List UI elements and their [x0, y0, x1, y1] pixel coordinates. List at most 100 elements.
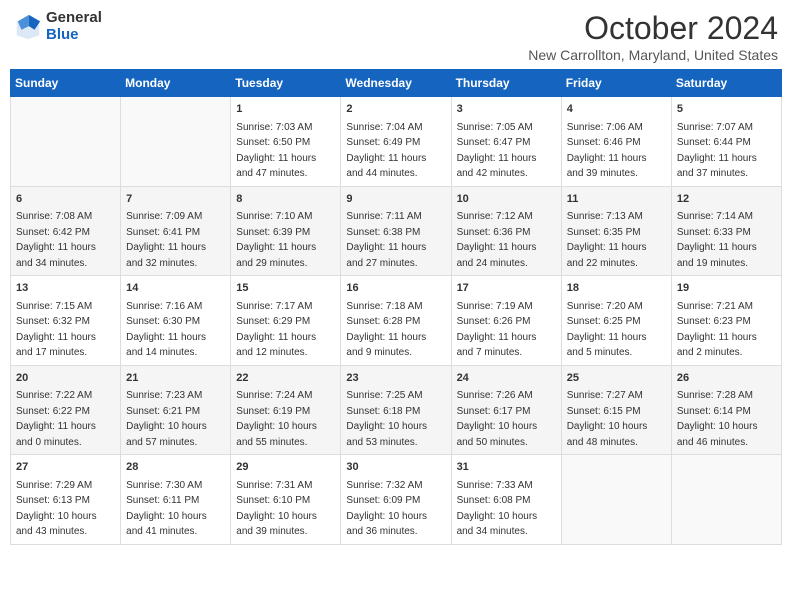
- logo: General Blue: [14, 10, 102, 43]
- day-of-week-header: Monday: [121, 70, 231, 97]
- month-title: October 2024: [528, 10, 778, 47]
- cell-content: Sunrise: 7:19 AMSunset: 6:26 PMDaylight:…: [457, 299, 556, 361]
- day-number: 2: [346, 101, 445, 118]
- day-number: 5: [677, 101, 776, 118]
- day-of-week-header: Saturday: [671, 70, 781, 97]
- calendar-cell: [11, 97, 121, 187]
- cell-content: Sunrise: 7:28 AMSunset: 6:14 PMDaylight:…: [677, 388, 776, 450]
- day-of-week-header: Wednesday: [341, 70, 451, 97]
- calendar-cell: 12Sunrise: 7:14 AMSunset: 6:33 PMDayligh…: [671, 186, 781, 276]
- cell-content: Sunrise: 7:33 AMSunset: 6:08 PMDaylight:…: [457, 478, 556, 540]
- cell-content: Sunrise: 7:03 AMSunset: 6:50 PMDaylight:…: [236, 120, 335, 182]
- calendar-week-row: 20Sunrise: 7:22 AMSunset: 6:22 PMDayligh…: [11, 365, 782, 455]
- cell-content: Sunrise: 7:23 AMSunset: 6:21 PMDaylight:…: [126, 388, 225, 450]
- calendar-week-row: 6Sunrise: 7:08 AMSunset: 6:42 PMDaylight…: [11, 186, 782, 276]
- page-header: General Blue October 2024 New Carrollton…: [10, 10, 782, 63]
- day-number: 4: [567, 101, 666, 118]
- day-number: 24: [457, 370, 556, 387]
- cell-content: Sunrise: 7:20 AMSunset: 6:25 PMDaylight:…: [567, 299, 666, 361]
- day-number: 8: [236, 191, 335, 208]
- calendar-cell: 28 Sunrise: 7:30 AMSunset: 6:11 PMDayligh…: [121, 455, 231, 545]
- cell-content: Sunrise: 7:09 AMSunset: 6:41 PMDaylight:…: [126, 209, 225, 271]
- calendar-cell: 5 Sunrise: 7:07 AMSunset: 6:44 PMDaylight…: [671, 97, 781, 187]
- calendar-cell: 13Sunrise: 7:15 AMSunset: 6:32 PMDayligh…: [11, 276, 121, 366]
- cell-content: Sunrise: 7:18 AMSunset: 6:28 PMDaylight:…: [346, 299, 445, 361]
- day-number: 10: [457, 191, 556, 208]
- cell-content: Sunrise: 7:26 AMSunset: 6:17 PMDaylight:…: [457, 388, 556, 450]
- calendar-table: SundayMondayTuesdayWednesdayThursdayFrid…: [10, 69, 782, 545]
- day-of-week-header: Sunday: [11, 70, 121, 97]
- day-number: 11: [567, 191, 666, 208]
- cell-content: Sunrise: 7:30 AMSunset: 6:11 PMDaylight:…: [126, 478, 225, 540]
- calendar-cell: 26Sunrise: 7:28 AMSunset: 6:14 PMDayligh…: [671, 365, 781, 455]
- cell-content: Sunrise: 7:11 AMSunset: 6:38 PMDaylight:…: [346, 209, 445, 271]
- title-block: October 2024 New Carrollton, Maryland, U…: [528, 10, 778, 63]
- calendar-cell: [671, 455, 781, 545]
- calendar-cell: 20Sunrise: 7:22 AMSunset: 6:22 PMDayligh…: [11, 365, 121, 455]
- calendar-cell: 19 Sunrise: 7:21 AMSunset: 6:23 PMDayligh…: [671, 276, 781, 366]
- cell-content: Sunrise: 7:04 AMSunset: 6:49 PMDaylight:…: [346, 120, 445, 182]
- day-number: 7: [126, 191, 225, 208]
- cell-content: Sunrise: 7:06 AMSunset: 6:46 PMDaylight:…: [567, 120, 666, 182]
- day-number: 23: [346, 370, 445, 387]
- day-number: 15: [236, 280, 335, 297]
- calendar-cell: 24Sunrise: 7:26 AMSunset: 6:17 PMDayligh…: [451, 365, 561, 455]
- day-number: 27: [16, 459, 115, 476]
- day-number: 16: [346, 280, 445, 297]
- day-number: 25: [567, 370, 666, 387]
- day-number: 3: [457, 101, 556, 118]
- calendar-cell: 29 Sunrise: 7:31 AMSunset: 6:10 PMDayligh…: [231, 455, 341, 545]
- calendar-cell: 22Sunrise: 7:24 AMSunset: 6:19 PMDayligh…: [231, 365, 341, 455]
- calendar-week-row: 13Sunrise: 7:15 AMSunset: 6:32 PMDayligh…: [11, 276, 782, 366]
- day-number: 13: [16, 280, 115, 297]
- cell-content: Sunrise: 7:29 AMSunset: 6:13 PMDaylight:…: [16, 478, 115, 540]
- day-number: 20: [16, 370, 115, 387]
- cell-content: Sunrise: 7:14 AMSunset: 6:33 PMDaylight:…: [677, 209, 776, 271]
- calendar-cell: 9Sunrise: 7:11 AMSunset: 6:38 PMDaylight…: [341, 186, 451, 276]
- day-number: 22: [236, 370, 335, 387]
- calendar-cell: 2 Sunrise: 7:04 AMSunset: 6:49 PMDaylight…: [341, 97, 451, 187]
- day-number: 1: [236, 101, 335, 118]
- calendar-cell: 8Sunrise: 7:10 AMSunset: 6:39 PMDaylight…: [231, 186, 341, 276]
- cell-content: Sunrise: 7:07 AMSunset: 6:44 PMDaylight:…: [677, 120, 776, 182]
- day-of-week-header: Tuesday: [231, 70, 341, 97]
- day-number: 19: [677, 280, 776, 297]
- day-number: 28: [126, 459, 225, 476]
- cell-content: Sunrise: 7:16 AMSunset: 6:30 PMDaylight:…: [126, 299, 225, 361]
- calendar-cell: 10Sunrise: 7:12 AMSunset: 6:36 PMDayligh…: [451, 186, 561, 276]
- cell-content: Sunrise: 7:10 AMSunset: 6:39 PMDaylight:…: [236, 209, 335, 271]
- calendar-cell: [121, 97, 231, 187]
- cell-content: Sunrise: 7:17 AMSunset: 6:29 PMDaylight:…: [236, 299, 335, 361]
- day-number: 9: [346, 191, 445, 208]
- calendar-cell: 27 Sunrise: 7:29 AMSunset: 6:13 PMDayligh…: [11, 455, 121, 545]
- calendar-cell: 1 Sunrise: 7:03 AMSunset: 6:50 PMDaylight…: [231, 97, 341, 187]
- calendar-cell: 18 Sunrise: 7:20 AMSunset: 6:25 PMDayligh…: [561, 276, 671, 366]
- cell-content: Sunrise: 7:21 AMSunset: 6:23 PMDaylight:…: [677, 299, 776, 361]
- calendar-cell: 25Sunrise: 7:27 AMSunset: 6:15 PMDayligh…: [561, 365, 671, 455]
- calendar-week-row: 27 Sunrise: 7:29 AMSunset: 6:13 PMDayligh…: [11, 455, 782, 545]
- cell-content: Sunrise: 7:32 AMSunset: 6:09 PMDaylight:…: [346, 478, 445, 540]
- calendar-cell: 4 Sunrise: 7:06 AMSunset: 6:46 PMDaylight…: [561, 97, 671, 187]
- day-number: 12: [677, 191, 776, 208]
- calendar-cell: 23Sunrise: 7:25 AMSunset: 6:18 PMDayligh…: [341, 365, 451, 455]
- cell-content: Sunrise: 7:24 AMSunset: 6:19 PMDaylight:…: [236, 388, 335, 450]
- day-number: 18: [567, 280, 666, 297]
- logo-blue: Blue: [46, 27, 102, 44]
- calendar-cell: 30Sunrise: 7:32 AMSunset: 6:09 PMDayligh…: [341, 455, 451, 545]
- calendar-cell: 15 Sunrise: 7:17 AMSunset: 6:29 PMDayligh…: [231, 276, 341, 366]
- logo-text: General Blue: [46, 10, 102, 43]
- calendar-cell: 21Sunrise: 7:23 AMSunset: 6:21 PMDayligh…: [121, 365, 231, 455]
- day-number: 26: [677, 370, 776, 387]
- cell-content: Sunrise: 7:08 AMSunset: 6:42 PMDaylight:…: [16, 209, 115, 271]
- logo-icon: [14, 13, 42, 41]
- day-number: 29: [236, 459, 335, 476]
- calendar-cell: [561, 455, 671, 545]
- cell-content: Sunrise: 7:22 AMSunset: 6:22 PMDaylight:…: [16, 388, 115, 450]
- cell-content: Sunrise: 7:13 AMSunset: 6:35 PMDaylight:…: [567, 209, 666, 271]
- cell-content: Sunrise: 7:12 AMSunset: 6:36 PMDaylight:…: [457, 209, 556, 271]
- day-of-week-header: Friday: [561, 70, 671, 97]
- calendar-cell: 3Sunrise: 7:05 AMSunset: 6:47 PMDaylight…: [451, 97, 561, 187]
- calendar-cell: 16 Sunrise: 7:18 AMSunset: 6:28 PMDayligh…: [341, 276, 451, 366]
- cell-content: Sunrise: 7:31 AMSunset: 6:10 PMDaylight:…: [236, 478, 335, 540]
- logo-general: General: [46, 10, 102, 27]
